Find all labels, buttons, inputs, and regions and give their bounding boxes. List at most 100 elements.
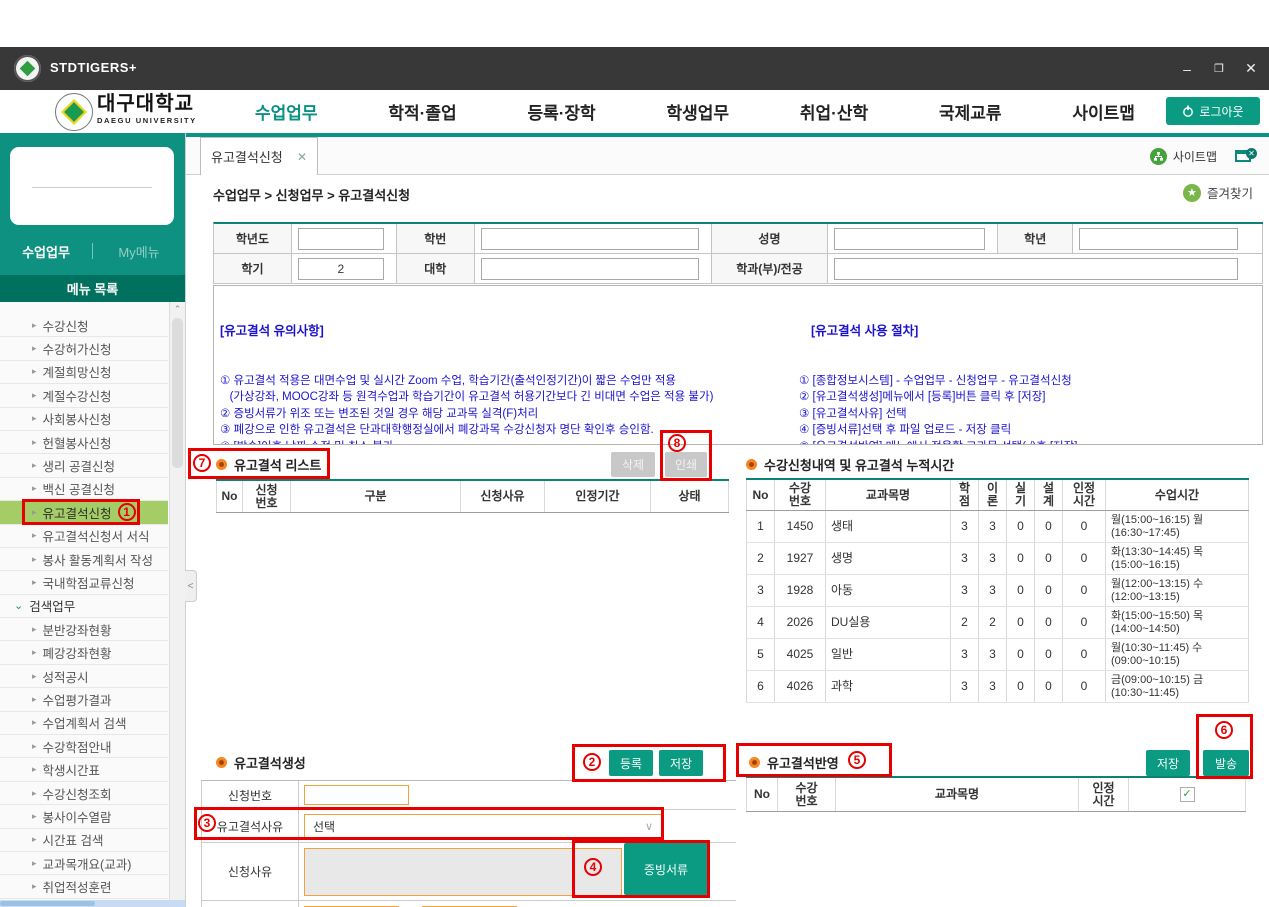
- sidebar-profile-card: [10, 147, 174, 225]
- sidebar-scrollbar[interactable]: ⌃: [169, 302, 185, 900]
- create-title: 유고결석생성: [216, 753, 306, 772]
- grade-input[interactable]: [1079, 228, 1238, 250]
- nav-item-3[interactable]: 등록·장학: [527, 99, 595, 124]
- sidebar-item-17[interactable]: ▸수업평가결과: [0, 688, 168, 711]
- nav-item-2[interactable]: 학적·졸업: [388, 99, 456, 124]
- sidebar-item-16[interactable]: ▸성적공시: [0, 665, 168, 688]
- sidebar-item-4[interactable]: ▸계절수강신청: [0, 384, 168, 407]
- sidebar-item-24[interactable]: ▸교과목개요(교과): [0, 852, 168, 875]
- tab-close-icon[interactable]: ✕: [297, 150, 307, 164]
- triangle-right-icon: ▸: [32, 858, 37, 869]
- tab-absence-application[interactable]: 유고결석신청 ✕: [200, 137, 318, 175]
- reason-type-label: 유고결석사유: [202, 810, 299, 842]
- checkbox-checked-icon[interactable]: ✓: [1180, 787, 1195, 802]
- sidebar-item-5[interactable]: ▸사회봉사신청: [0, 408, 168, 431]
- save-create-button[interactable]: 저장: [659, 750, 703, 776]
- sidebar-item-3[interactable]: ▸계절희망신청: [0, 361, 168, 384]
- sidebar-item-12[interactable]: ▸국내학점교류신청: [0, 571, 168, 594]
- apply-table: No수강 번호교과목명인정 시간✓: [746, 776, 1246, 812]
- table-cell: 4026: [775, 671, 826, 702]
- sidebar-item-label: 봉사이수열람: [43, 807, 112, 826]
- sidebar-item-10[interactable]: ▸유고결석신청서 서식: [0, 525, 168, 548]
- sidebar-item-6[interactable]: ▸헌혈봉사신청: [0, 431, 168, 454]
- triangle-right-icon: ▸: [32, 811, 37, 822]
- college-input[interactable]: [481, 258, 699, 280]
- sitemap-icon: [1150, 148, 1167, 165]
- notice-precautions: [유고결석 유의사항] ① 유고결석 적용은 대면수업 및 실시간 Zoom 수…: [220, 290, 795, 445]
- logout-button[interactable]: 로그아웃: [1166, 97, 1260, 125]
- table-cell: 0: [1007, 607, 1035, 638]
- precaution-line: ① 유고결석 적용은 대면수업 및 실시간 Zoom 수업, 학습기간(출석인정…: [220, 373, 795, 390]
- sidebar-collapse-handle[interactable]: <: [185, 570, 197, 602]
- field-label-department: 학과(부)/전공: [712, 254, 829, 283]
- year-input[interactable]: [298, 228, 384, 250]
- sidebar-tab-work[interactable]: 수업업무: [0, 242, 92, 261]
- nav-item-4[interactable]: 학생업무: [667, 99, 730, 124]
- sitemap-link[interactable]: 사이트맵: [1150, 148, 1217, 165]
- delete-button[interactable]: 삭제: [611, 452, 655, 477]
- table-cell: 생명: [826, 543, 951, 574]
- table-cell: 1: [746, 511, 775, 542]
- sidebar-item-11[interactable]: ▸봉사 활동계획서 작성: [0, 548, 168, 571]
- register-button[interactable]: 등록: [609, 750, 653, 776]
- sidebar-item-20[interactable]: ▸학생시간표: [0, 758, 168, 781]
- semester-input[interactable]: 2: [298, 258, 384, 280]
- nav-menu: 수업업무 학적·졸업 등록·장학 학생업무 취업·산학 국제교류 사이트맵: [255, 90, 1135, 133]
- print-button[interactable]: 인쇄: [665, 452, 707, 477]
- sidebar-item-7[interactable]: ▸생리 공결신청: [0, 454, 168, 477]
- triangle-right-icon: ▸: [32, 834, 37, 845]
- nav-item-1[interactable]: 수업업무: [255, 99, 318, 124]
- table-row[interactable]: 31928아동33000월(12:00~13:15) 수(12:00~13:15…: [746, 575, 1249, 607]
- scrollbar-thumb[interactable]: [172, 318, 183, 468]
- sidebar-item-19[interactable]: ▸수강학점안내: [0, 735, 168, 758]
- table-cell: 4025: [775, 639, 826, 670]
- table-row[interactable]: 11450생태33000월(15:00~16:15) 월(16:30~17:45…: [746, 511, 1249, 543]
- sidebar-item-18[interactable]: ▸수업계획서 검색: [0, 712, 168, 735]
- sidebar-item-22[interactable]: ▸ 봉사이수열람: [0, 805, 168, 828]
- scroll-up-icon[interactable]: ⌃: [170, 302, 185, 316]
- student-id-input[interactable]: [481, 228, 699, 250]
- nav-item-7[interactable]: 사이트맵: [1072, 99, 1135, 124]
- table-row[interactable]: 54025일반33000월(10:30~11:45) 수(09:00~10:15…: [746, 639, 1249, 671]
- annotation-circle-1: 1: [118, 503, 136, 521]
- triangle-right-icon: ▸: [32, 460, 37, 471]
- table-row[interactable]: 64026과학33000금(09:00~10:15) 금(10:30~11:45…: [746, 671, 1249, 703]
- sidebar-tab-mymenu[interactable]: My메뉴: [93, 242, 185, 261]
- sidebar-item-15[interactable]: ▸폐강강좌현황: [0, 641, 168, 664]
- nav-item-6[interactable]: 국제교류: [939, 99, 1002, 124]
- field-student-id: [475, 224, 712, 253]
- table-row[interactable]: 21927생명33000화(13:30~14:45) 목(15:00~16:15…: [746, 543, 1249, 575]
- sidebar-item-9[interactable]: ▸유고결석신청1: [0, 501, 168, 524]
- name-input[interactable]: [834, 228, 985, 250]
- department-input[interactable]: [834, 258, 1238, 280]
- table-cell: 0: [1063, 575, 1106, 606]
- reason-textarea[interactable]: [304, 848, 622, 896]
- triangle-right-icon: ▸: [32, 717, 37, 728]
- close-button[interactable]: ✕: [1243, 60, 1259, 77]
- application-no-input[interactable]: [304, 785, 409, 805]
- sidebar-item-13[interactable]: ⌄검색업무: [0, 595, 168, 618]
- sidebar-item-21[interactable]: ▸수강신청조회: [0, 782, 168, 805]
- nav-item-5[interactable]: 취업·산학: [800, 99, 868, 124]
- university-logo[interactable]: 대구대학교 DAEGU UNIVERSITY: [97, 94, 197, 125]
- section-bullet-icon: [749, 757, 760, 768]
- table-cell: 생태: [826, 511, 951, 542]
- table-row[interactable]: 42026DU실용22000화(15:00~15:50) 목(14:00~14:…: [746, 607, 1249, 639]
- sidebar-item-25[interactable]: ▸취업적성훈련: [0, 875, 168, 898]
- evidence-button[interactable]: 증빙서류: [624, 843, 708, 895]
- save-apply-button[interactable]: 저장: [1146, 750, 1190, 776]
- sidebar-item-2[interactable]: ▸수강허가신청: [0, 337, 168, 360]
- sidebar-item-14[interactable]: ▸분반강좌현황: [0, 618, 168, 641]
- sidebar-item-1[interactable]: ▸수강신청: [0, 314, 168, 337]
- maximize-button[interactable]: ❐: [1211, 62, 1227, 75]
- sidebar-horizontal-scrollbar[interactable]: [0, 900, 185, 907]
- select-all-column[interactable]: ✓: [1129, 778, 1246, 811]
- university-name-en: DAEGU UNIVERSITY: [97, 117, 197, 125]
- minimize-button[interactable]: –: [1179, 61, 1195, 77]
- sidebar-item-8[interactable]: ▸백신 공결신청: [0, 478, 168, 501]
- favorites-button[interactable]: ★ 즐겨찾기: [1183, 183, 1253, 202]
- sidebar-item-23[interactable]: ▸시간표 검색: [0, 829, 168, 852]
- send-button[interactable]: 발송: [1203, 750, 1249, 776]
- reason-type-select[interactable]: 선택 ∨: [304, 814, 662, 838]
- close-all-tabs-icon[interactable]: ✕: [1235, 148, 1257, 164]
